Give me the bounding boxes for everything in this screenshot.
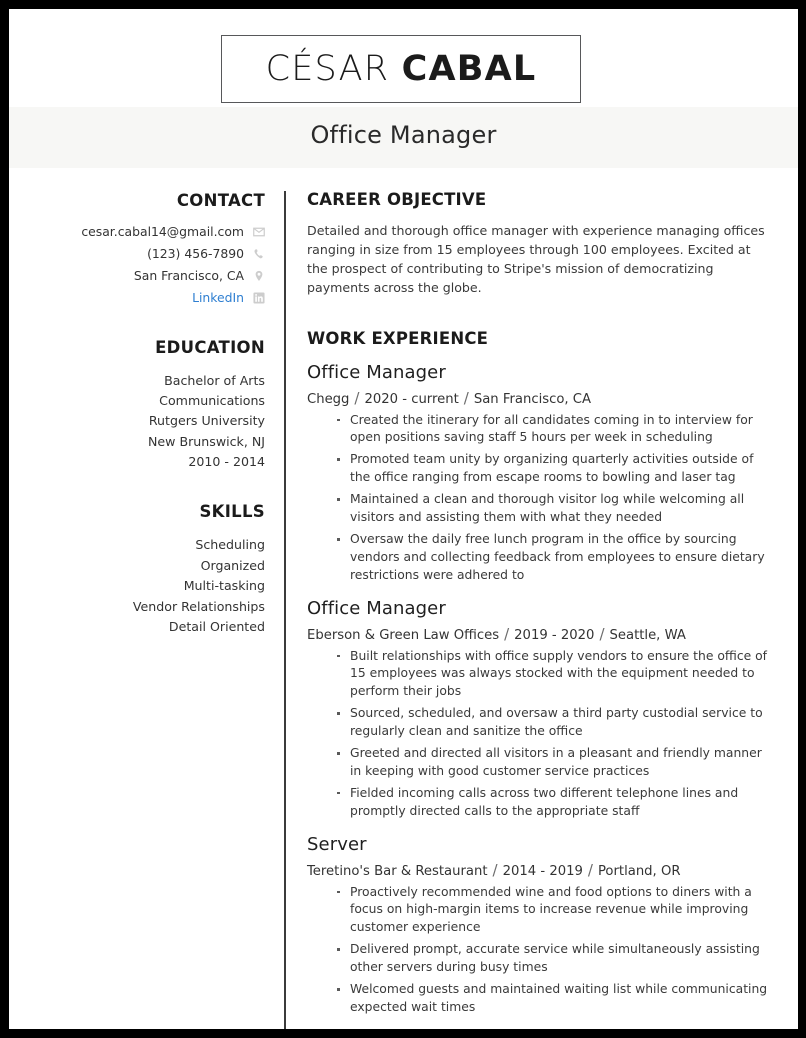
education-heading: EDUCATION [155, 337, 265, 357]
job-dates: 2019 - 2020 [514, 627, 595, 643]
job-location: Seattle, WA [609, 627, 686, 643]
first-name: CÉSAR [265, 48, 390, 89]
sidebar-section-education: EDUCATION Bachelor of Arts Communication… [19, 338, 265, 473]
job-meta: Teretino's Bar & Restaurant/2014 - 2019/… [307, 861, 772, 879]
skill-item: Vendor Relationships [132, 598, 265, 614]
skill-item: Multi-tasking [183, 578, 265, 594]
career-objective-heading: CAREER OBJECTIVE [307, 190, 487, 209]
job-bullet: Sourced, scheduled, and oversaw a third … [337, 705, 772, 741]
job-role: Office Manager [307, 597, 446, 619]
linkedin-link[interactable]: LinkedIn [192, 290, 244, 306]
meta-separator: / [492, 860, 498, 879]
job-bullet: Proactively recommended wine and food op… [337, 884, 772, 938]
job-meta: Chegg/2020 - current / San Francisco, CA [307, 389, 772, 407]
job-bullets: Proactively recommended wine and food op… [307, 884, 772, 1017]
job-location: San Francisco, CA [473, 391, 592, 407]
skill-item: Organized [200, 557, 265, 573]
main-column: CAREER OBJECTIVE Detailed and thorough o… [284, 169, 798, 1029]
job-company: Eberson & Green Law Offices [307, 627, 500, 643]
resume-sheet: CÉSAR CABAL Office Manager CONTACT cesar… [9, 9, 798, 1029]
email-value[interactable]: cesar.cabal14@gmail.com [81, 224, 244, 240]
job-bullet: Delivered prompt, accurate service while… [337, 941, 772, 977]
map-pin-icon [255, 271, 263, 282]
header-job-title: Office Manager [310, 121, 497, 149]
name-box: CÉSAR CABAL [221, 35, 581, 103]
job-bullet: Oversaw the daily free lunch program in … [337, 531, 772, 585]
meta-separator: / [504, 624, 510, 643]
location-value: San Francisco, CA [133, 268, 244, 284]
meta-separator: / [599, 624, 605, 643]
education-line: Communications [159, 392, 265, 408]
meta-separator: / [587, 860, 593, 879]
job-company: Teretino's Bar & Restaurant [307, 863, 488, 879]
job-bullet: Maintained a clean and thorough visitor … [337, 491, 772, 527]
education-line: Bachelor of Arts [164, 372, 265, 388]
section-work-experience: WORK EXPERIENCE Office Manager Chegg/202… [307, 329, 772, 1017]
job-entry: Office Manager Eberson & Green Law Offic… [307, 598, 772, 821]
meta-separator: / [463, 388, 469, 407]
job-bullets: Created the itinerary for all candidates… [307, 412, 772, 585]
job-role: Office Manager [307, 361, 446, 383]
career-objective-text: Detailed and thorough office manager wit… [307, 223, 765, 296]
contact-item-linkedin: LinkedIn [19, 290, 265, 306]
contact-item-location: San Francisco, CA [19, 268, 265, 284]
envelope-icon [253, 227, 265, 237]
education-line: 2010 - 2014 [188, 454, 265, 470]
column-divider [284, 191, 286, 1029]
job-bullet: Greeted and directed all visitors in a p… [337, 745, 772, 781]
resume-header: CÉSAR CABAL Office Manager [9, 9, 798, 169]
contact-item-phone: (123) 456-7890 [19, 246, 265, 262]
contact-heading: CONTACT [176, 191, 265, 210]
job-bullet: Welcomed guests and maintained waiting l… [337, 981, 772, 1017]
job-entry: Server Teretino's Bar & Restaurant/2014 … [307, 834, 772, 1017]
education-line: New Brunswick, NJ [148, 433, 265, 449]
job-meta: Eberson & Green Law Offices/2019 - 2020/… [307, 625, 772, 643]
work-experience-heading: WORK EXPERIENCE [307, 328, 489, 348]
resume-page: CÉSAR CABAL Office Manager CONTACT cesar… [0, 0, 806, 1038]
job-bullet: Promoted team unity by organizing quarte… [337, 451, 772, 487]
job-entry: Office Manager Chegg/2020 - current / San … [307, 362, 772, 585]
sidebar-section-skills: SKILLS Scheduling Organized Multi-taskin… [19, 502, 265, 637]
skill-item: Scheduling [195, 537, 265, 553]
contact-item-email: cesar.cabal14@gmail.com [19, 224, 265, 240]
job-dates: 2020 - current [364, 391, 459, 407]
resume-body: CONTACT cesar.cabal14@gmail.com (123) 45… [9, 169, 798, 1029]
full-name: CÉSAR CABAL [265, 48, 537, 89]
skills-heading: SKILLS [199, 502, 265, 522]
section-career-objective: CAREER OBJECTIVE Detailed and thorough o… [307, 190, 772, 298]
job-bullet: Created the itinerary for all candidates… [337, 412, 772, 448]
linkedin-icon[interactable] [253, 292, 265, 304]
phone-value[interactable]: (123) 456-7890 [147, 246, 244, 262]
sidebar-section-contact: CONTACT cesar.cabal14@gmail.com (123) 45… [19, 191, 265, 307]
skill-item: Detail Oriented [168, 619, 265, 635]
meta-separator: / [354, 388, 360, 407]
education-line: Rutgers University [148, 413, 265, 429]
job-bullet: Fielded incoming calls across two differ… [337, 785, 772, 821]
job-role: Server [307, 833, 367, 855]
phone-icon [254, 249, 263, 259]
job-bullets: Built relationships with office supply v… [307, 648, 772, 821]
job-location: Portland, OR [597, 863, 681, 879]
last-name: CABAL [401, 48, 537, 89]
job-bullet: Built relationships with office supply v… [337, 648, 772, 702]
job-dates: 2014 - 2019 [502, 863, 583, 879]
sidebar: CONTACT cesar.cabal14@gmail.com (123) 45… [9, 169, 284, 1029]
job-company: Chegg [307, 391, 350, 407]
